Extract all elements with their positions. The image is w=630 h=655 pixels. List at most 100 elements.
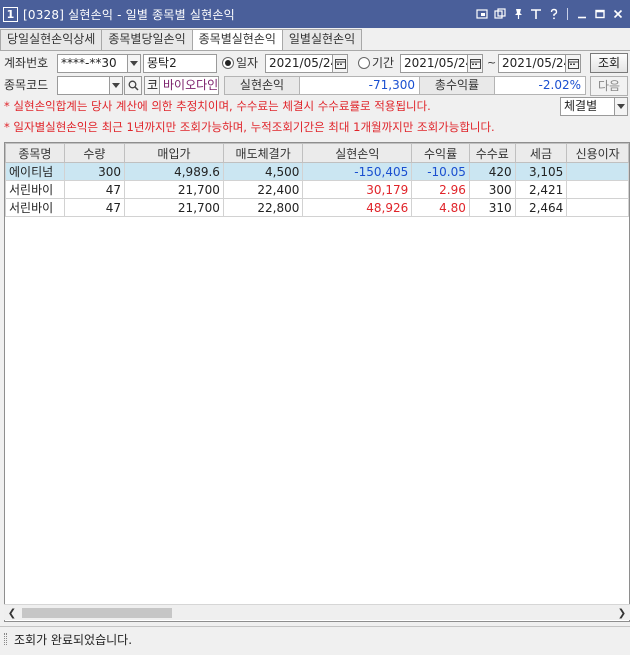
minimize-icon[interactable] (575, 8, 588, 21)
cell-return-rate: 2.96 (411, 180, 470, 199)
cell-realized-pnl: -150,405 (302, 162, 413, 181)
stock-code-label: 종목코드 (4, 78, 49, 92)
account-date-row: 계좌번호 ****-**30 몽탁2 일자 2021/05/24 기간 2021… (0, 53, 630, 75)
stock-name-field: 바이오다인 (159, 76, 219, 95)
scroll-thumb[interactable] (22, 608, 172, 618)
cell-sell-price: 22,400 (222, 180, 304, 199)
search-icon[interactable] (124, 76, 142, 95)
column-header-buy-price[interactable]: 매입가 (124, 143, 224, 163)
status-message: 조회가 완료되었습니다. (14, 633, 133, 647)
column-header-sell-price[interactable]: 매도체결가 (222, 143, 304, 163)
realized-pnl-value: -71,300 (299, 76, 420, 95)
column-header-tax[interactable]: 세금 (514, 143, 568, 163)
realized-pnl-label: 실현손익 (224, 76, 300, 95)
fill-type-select[interactable]: 체결별 (560, 97, 615, 116)
title-icon-group (475, 8, 630, 21)
stock-summary-row: 종목코드 코 바이오다인 실현손익 -71,300 총수익률 -2.02% 다음 (0, 75, 630, 97)
cell-name: 에이티넘 (5, 162, 65, 181)
notice-period-limit: * 일자별실현손익은 최근 1년까지만 조회가능하며, 누적조회기간은 최대 1… (4, 120, 495, 134)
cell-credit-interest (566, 162, 629, 181)
cell-qty: 300 (63, 162, 126, 181)
tab-stock-daily-pnl[interactable]: 종목별당일손익 (101, 29, 193, 50)
column-header-qty[interactable]: 수량 (63, 143, 126, 163)
single-date-label: 일자 (236, 56, 259, 70)
realized-pnl-grid: 종목명 수량 매입가 매도체결가 실현손익 수익률 수수료 세금 신용이자 에이… (4, 142, 630, 622)
title-bar: 1 [0328] 실현손익 - 일별 종목별 실현손익 (0, 0, 630, 28)
calendar-icon[interactable] (332, 54, 348, 73)
cell-fee: 420 (468, 162, 516, 181)
total-return-value: -2.02% (494, 76, 586, 95)
status-bar: 조회가 완료되었습니다. (0, 626, 630, 650)
market-prefix: 코 (144, 76, 160, 95)
tab-divider (0, 50, 630, 51)
column-header-return-rate[interactable]: 수익률 (411, 143, 470, 163)
period-from-input[interactable]: 2021/05/24 (400, 54, 468, 73)
account-label: 계좌번호 (4, 56, 49, 70)
cell-return-rate: -10.05 (411, 162, 470, 181)
cell-name: 서린바이 (5, 180, 65, 199)
screen-number-badge: 1 (3, 6, 18, 22)
cell-return-rate: 4.80 (411, 198, 470, 217)
table-row[interactable]: 서린바이 47 21,700 22,400 30,179 2.96 300 2,… (5, 180, 629, 199)
notice-estimate: * 실현손익합계는 당사 계산에 의한 추정치이며, 수수료는 체결시 수수료률… (4, 99, 431, 113)
cell-fee: 300 (468, 180, 516, 199)
cell-qty: 47 (63, 198, 126, 217)
fill-type-dropdown-button[interactable] (614, 97, 628, 116)
period-radio[interactable] (358, 57, 370, 69)
calendar-icon[interactable] (467, 54, 483, 73)
column-header-fee[interactable]: 수수료 (468, 143, 516, 163)
stock-code-dropdown-button[interactable] (109, 76, 123, 95)
window-title: [0328] 실현손익 - 일별 종목별 실현손익 (23, 7, 235, 22)
cell-credit-interest (566, 198, 629, 217)
column-header-credit-interest[interactable]: 신용이자 (566, 143, 629, 163)
cell-credit-interest (566, 180, 629, 199)
query-button[interactable]: 조회 (590, 53, 628, 73)
table-header-row: 종목명 수량 매입가 매도체결가 실현손익 수익률 수수료 세금 신용이자 (5, 143, 629, 163)
cell-tax: 2,421 (514, 180, 568, 199)
cell-fee: 310 (468, 198, 516, 217)
cell-sell-price: 22,800 (222, 198, 304, 217)
calendar-icon[interactable] (565, 54, 581, 73)
account-number-input[interactable]: ****-**30 (57, 54, 128, 73)
cell-tax: 2,464 (514, 198, 568, 217)
period-separator: ~ (487, 56, 497, 69)
account-name-field: 몽탁2 (143, 54, 217, 73)
tab-bar: 당일실현손익상세 종목별당일손익 종목별실현손익 일별실현손익 (0, 29, 363, 51)
account-dropdown-button[interactable] (127, 54, 141, 73)
horizontal-scrollbar[interactable]: ❮ ❯ (4, 604, 630, 620)
cell-name: 서린바이 (5, 198, 65, 217)
pin-icon[interactable] (511, 8, 524, 21)
scroll-right-icon[interactable]: ❯ (614, 605, 630, 621)
cell-buy-price: 4,989.6 (124, 162, 224, 181)
scroll-left-icon[interactable]: ❮ (4, 605, 20, 621)
grip-icon (4, 633, 7, 645)
title-separator (567, 8, 568, 20)
table-row[interactable]: 에이티넘 300 4,989.6 4,500 -150,405 -10.05 4… (5, 162, 629, 181)
column-header-realized-pnl[interactable]: 실현손익 (302, 143, 413, 163)
close-icon[interactable] (611, 8, 624, 21)
cell-realized-pnl: 48,926 (302, 198, 413, 217)
help-icon[interactable] (547, 8, 560, 21)
cell-realized-pnl: 30,179 (302, 180, 413, 199)
total-return-label: 총수익률 (419, 76, 495, 95)
cell-qty: 47 (63, 180, 126, 199)
maximize-icon[interactable] (593, 8, 606, 21)
tab-daily-realized-detail[interactable]: 당일실현손익상세 (0, 29, 103, 50)
cell-sell-price: 4,500 (222, 162, 304, 181)
single-date-radio[interactable] (222, 57, 234, 69)
tab-stock-realized-pnl[interactable]: 종목별실현손익 (191, 29, 283, 51)
column-header-name[interactable]: 종목명 (5, 143, 65, 163)
window-icon[interactable] (493, 8, 506, 21)
tab-daily-realized-pnl[interactable]: 일별실현손익 (281, 29, 363, 50)
single-date-input[interactable]: 2021/05/24 (265, 54, 333, 73)
cell-buy-price: 21,700 (124, 180, 224, 199)
cell-tax: 3,105 (514, 162, 568, 181)
realized-pnl-table: 종목명 수량 매입가 매도체결가 실현손익 수익률 수수료 세금 신용이자 에이… (5, 143, 629, 217)
next-button[interactable]: 다음 (590, 76, 628, 96)
table-row[interactable]: 서린바이 47 21,700 22,800 48,926 4.80 310 2,… (5, 198, 629, 217)
period-label: 기간 (372, 56, 395, 70)
period-to-input[interactable]: 2021/05/24 (498, 54, 566, 73)
font-icon[interactable] (529, 8, 542, 21)
stock-code-input[interactable] (57, 76, 110, 95)
link-icon[interactable] (475, 8, 488, 21)
